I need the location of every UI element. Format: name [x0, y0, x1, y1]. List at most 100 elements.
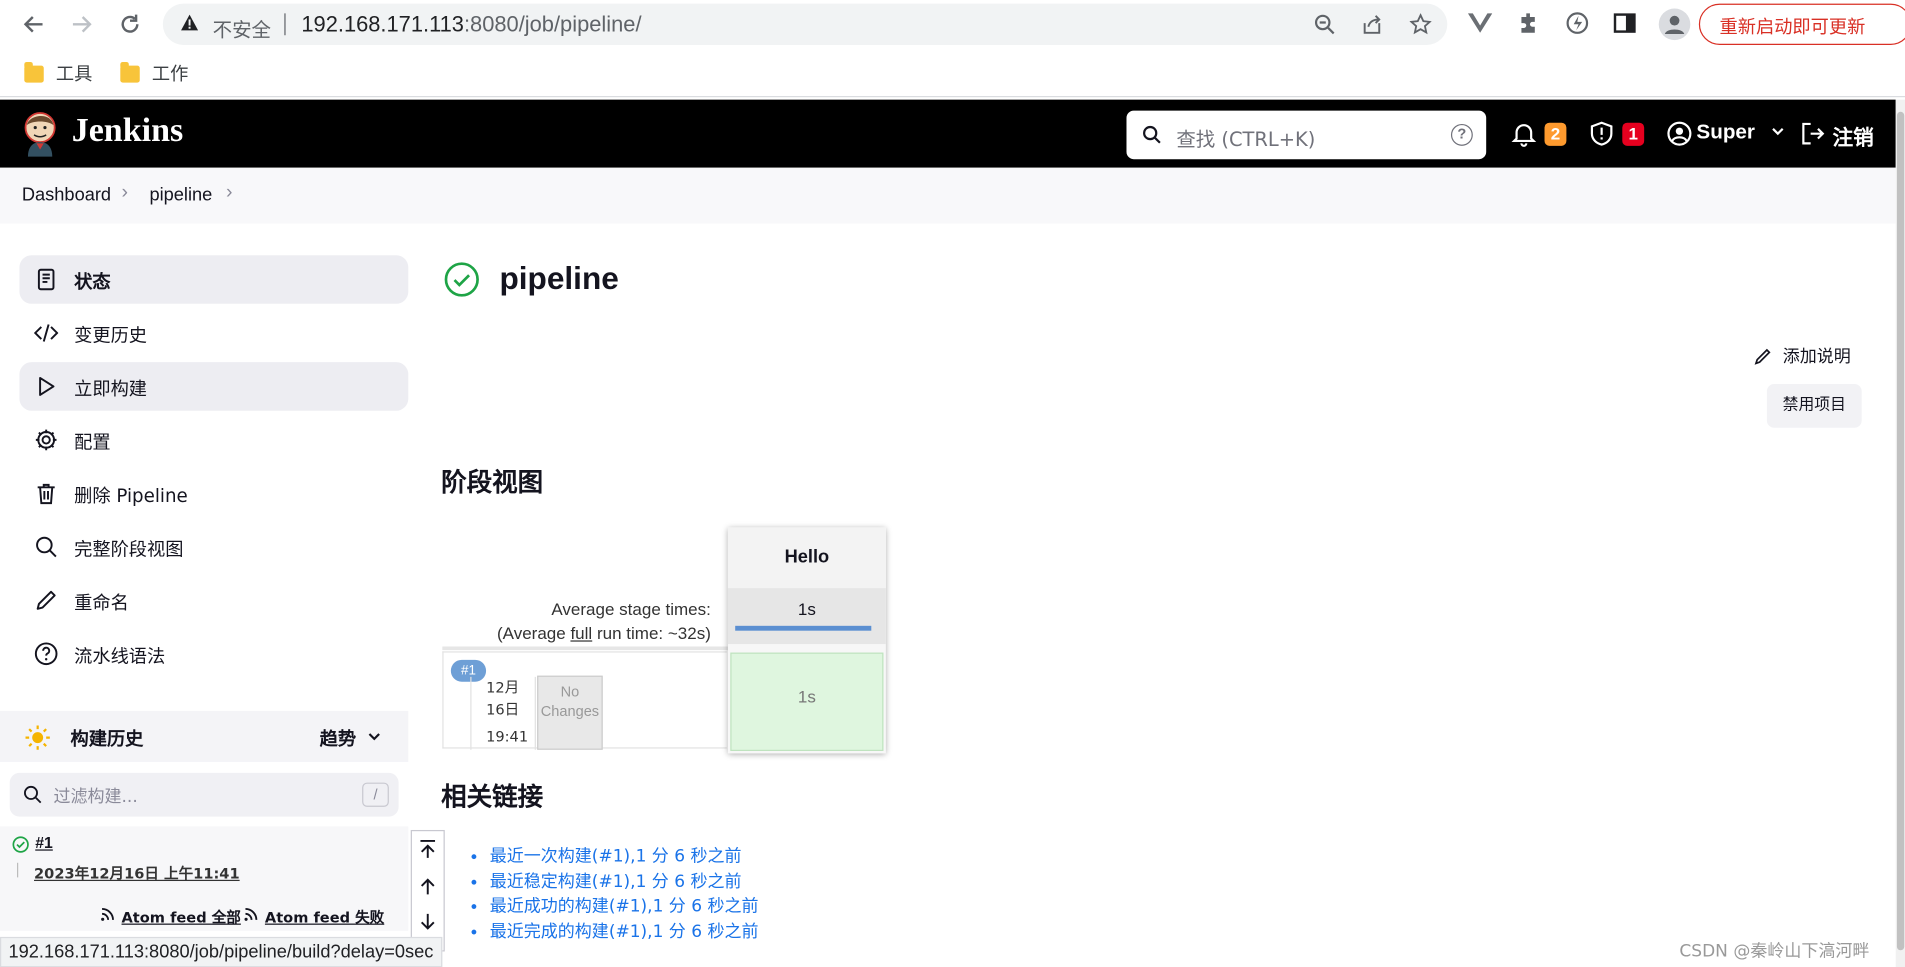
scroll-down-icon[interactable] [412, 904, 444, 940]
play-icon [39, 376, 55, 396]
stage-run-row[interactable]: #1 12月 16日 19:41 No Changes [442, 651, 727, 750]
share-icon[interactable] [1360, 12, 1384, 36]
page-scrollbar[interactable] [1895, 99, 1905, 967]
sidebar-item-changes[interactable]: 变更历史 [19, 309, 408, 358]
scroll-top-icon[interactable] [412, 831, 444, 867]
sidebar-item-label: 状态 [74, 270, 111, 293]
build-date-link[interactable]: 2023年12月16日 上午11:41 [34, 863, 240, 884]
sidebar-item-label: 完整阶段视图 [74, 538, 184, 561]
zoom-icon[interactable] [1312, 12, 1336, 36]
full-run-link[interactable]: full [570, 623, 592, 642]
list-item: 最近成功的构建(#1),1 分 6 秒之前 [490, 894, 759, 919]
sidebar-item-status[interactable]: 状态 [19, 255, 409, 304]
update-button[interactable]: 重新启动即可更新 [1698, 3, 1905, 45]
bookmark-folder[interactable]: 工作 [120, 61, 188, 87]
warning-icon[interactable] [180, 13, 199, 37]
forward-icon[interactable] [67, 10, 96, 39]
sidebar-item-label: 立即构建 [74, 377, 148, 400]
breadcrumb: Dashboard › pipeline › [0, 167, 1896, 224]
breadcrumb-pipeline[interactable]: pipeline [149, 185, 212, 206]
no-changes-label[interactable]: No Changes [537, 675, 603, 750]
sidepanel-icon[interactable] [1611, 10, 1638, 37]
list-item: 最近稳定构建(#1),1 分 6 秒之前 [490, 868, 759, 893]
logout-link[interactable]: 注销 [1833, 120, 1874, 150]
search-icon [1143, 125, 1161, 144]
sidebar-item-pipeline-syntax[interactable]: 流水线语法 [19, 629, 408, 678]
atom-feed-failed-link[interactable]: Atom feed 失败 [265, 907, 384, 928]
related-link[interactable]: 最近一次构建(#1),1 分 6 秒之前 [490, 847, 742, 866]
security-badge[interactable]: 1 [1622, 122, 1645, 146]
build-history-list: #1 2023年12月16日 上午11:41 Atom feed 全部 Atom… [0, 826, 409, 931]
back-icon[interactable] [19, 10, 48, 39]
run-date: 12月 16日 19:41 [470, 676, 536, 750]
trend-button[interactable]: 趋势 [320, 725, 356, 751]
extensions-icon[interactable] [1515, 10, 1542, 37]
status-bar: 192.168.171.113:8080/job/pipeline/build?… [0, 936, 442, 967]
list-item: 最近完成的构建(#1),1 分 6 秒之前 [490, 919, 759, 944]
stage-average: 1s [727, 588, 886, 645]
avg-stage-label: Average stage times: [551, 599, 711, 619]
chevron-down-icon[interactable] [367, 729, 382, 744]
chevron-right-icon[interactable]: › [122, 182, 128, 204]
bookmark-folder[interactable]: 工具 [24, 61, 92, 87]
related-link[interactable]: 最近成功的构建(#1),1 分 6 秒之前 [490, 897, 759, 916]
build-history-title: 构建历史 [70, 727, 144, 750]
chevron-down-icon [1772, 128, 1784, 136]
sidebar-item-build-now[interactable]: 立即构建 [19, 362, 409, 411]
build-filter-input[interactable]: 过滤构建... / [9, 772, 399, 817]
star-icon[interactable] [1408, 12, 1432, 36]
bookmark-label: 工具 [55, 63, 93, 86]
browser-toolbar: 不安全 192.168.171.113:8080/job/pipeline/ 重… [0, 0, 1905, 49]
insecure-label: 不安全 [212, 18, 272, 42]
sidebar-item-configure[interactable]: 配置 [19, 416, 408, 465]
logout-icon[interactable] [1800, 120, 1827, 147]
sidebar-item-full-stage-view[interactable]: 完整阶段视图 [19, 523, 408, 572]
search-placeholder: 查找 (CTRL+K) [1176, 127, 1316, 151]
jenkins-logo-icon[interactable] [22, 111, 58, 157]
scroll-up-icon[interactable] [412, 868, 444, 904]
watermark: CSDN @秦岭山下滈河畔 [1679, 941, 1870, 962]
filter-placeholder: 过滤构建... [53, 787, 138, 807]
atom-feed-all-link[interactable]: Atom feed 全部 [122, 907, 241, 928]
sidebar-item-label: 删除 Pipeline [74, 484, 188, 507]
chevron-right-icon[interactable]: › [226, 182, 232, 204]
vue-extension-icon[interactable] [1467, 10, 1494, 37]
jenkins-title[interactable]: Jenkins [72, 112, 184, 151]
search-input[interactable]: 查找 (CTRL+K) ? [1126, 110, 1487, 160]
bookmarks-bar: 工具 工作 [0, 48, 1905, 98]
rss-icon [244, 908, 258, 921]
related-links-list: 最近一次构建(#1),1 分 6 秒之前 最近稳定构建(#1),1 分 6 秒之… [470, 843, 759, 944]
scroll-controls [410, 829, 445, 952]
sidebar-item-rename[interactable]: 重命名 [19, 576, 408, 625]
sidebar-item-delete[interactable]: 删除 Pipeline [19, 469, 408, 518]
breadcrumb-dashboard[interactable]: Dashboard [22, 185, 111, 206]
sidebar-item-label: 流水线语法 [74, 645, 166, 668]
notification-badge[interactable]: 2 [1544, 122, 1567, 146]
related-link[interactable]: 最近稳定构建(#1),1 分 6 秒之前 [490, 872, 742, 891]
disable-project-button[interactable]: 禁用项目 [1766, 384, 1862, 428]
folder-icon [120, 61, 140, 83]
user-icon[interactable] [1666, 120, 1693, 147]
related-link[interactable]: 最近完成的构建(#1),1 分 6 秒之前 [490, 922, 759, 941]
rss-icon [101, 908, 114, 921]
gear-icon [35, 429, 57, 451]
divider [442, 646, 728, 651]
add-description-link[interactable]: 添加说明 [1754, 344, 1851, 368]
stage-cell-success[interactable]: 1s [730, 652, 884, 751]
reload-icon[interactable] [115, 10, 144, 39]
stage-column: Hello 1s 1s [727, 527, 886, 754]
sidebar-item-label: 变更历史 [74, 324, 148, 347]
page-title: pipeline [499, 260, 619, 297]
build-link[interactable]: #1 [35, 834, 53, 852]
performance-icon[interactable] [1564, 10, 1591, 37]
divider [284, 13, 286, 36]
sun-icon [25, 725, 50, 750]
shield-icon[interactable] [1588, 120, 1615, 147]
bookmark-label: 工作 [151, 63, 189, 86]
help-icon[interactable]: ? [1450, 123, 1473, 146]
user-menu[interactable]: Super [1696, 120, 1785, 144]
profile-avatar[interactable] [1658, 8, 1691, 41]
url-text[interactable]: 192.168.171.113:8080/job/pipeline/ [301, 12, 641, 38]
address-bar[interactable]: 不安全 192.168.171.113:8080/job/pipeline/ [162, 3, 1448, 45]
bell-icon[interactable] [1510, 120, 1537, 147]
